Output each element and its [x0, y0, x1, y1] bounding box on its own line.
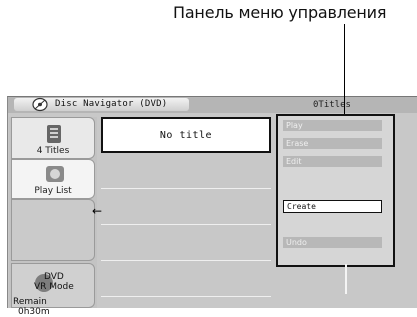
title-row[interactable]	[101, 261, 271, 297]
disc-mode-line1: DVD	[43, 272, 64, 282]
menu-item-play[interactable]: Play	[283, 120, 382, 131]
callout-leader-line	[344, 24, 345, 68]
title-row[interactable]	[101, 153, 271, 189]
disc-mode: DVD VR Mode	[34, 272, 74, 292]
remain-value: 0h30m	[18, 307, 50, 317]
menu-item-erase[interactable]: Erase	[283, 138, 382, 149]
scrollbar[interactable]	[345, 264, 347, 294]
sidebar: 4 Titles Play List DVD VR Mode Remain 0h…	[9, 117, 97, 317]
app-title: Disc Navigator (DVD)	[55, 99, 168, 109]
title-row[interactable]	[101, 225, 271, 261]
disc-icon	[32, 97, 48, 112]
sidebar-item-label: 4 Titles	[36, 146, 70, 156]
remaining-time: Remain 0h30m	[13, 297, 50, 317]
remain-label: Remain	[13, 297, 47, 307]
title-list: No title	[101, 117, 271, 308]
disc-mode-line2: VR Mode	[34, 282, 74, 292]
title-name: No title	[159, 129, 213, 141]
title-bar: Disc Navigator (DVD) 0Titles	[8, 97, 417, 113]
sidebar-empty-slot	[11, 199, 95, 261]
callout-leader-line-lower	[344, 68, 345, 114]
control-menu-panel: Play Erase Edit Create Undo	[276, 114, 395, 267]
title-list-icon	[47, 125, 61, 143]
titles-count: 0Titles	[313, 100, 351, 110]
title-row[interactable]	[101, 189, 271, 225]
menu-item-create[interactable]: Create	[283, 200, 382, 213]
title-row-selected[interactable]: No title	[101, 117, 271, 153]
sidebar-item-titles[interactable]: 4 Titles	[11, 117, 95, 159]
playlist-icon	[46, 166, 64, 182]
sidebar-item-label: Play List	[34, 186, 72, 196]
menu-item-edit[interactable]: Edit	[283, 156, 382, 167]
disc-info-panel: DVD VR Mode Remain 0h30m	[11, 263, 95, 317]
menu-item-undo[interactable]: Undo	[283, 237, 382, 248]
sidebar-item-playlist[interactable]: Play List	[11, 159, 95, 199]
menu-panel-callout-label: Панель меню управления	[173, 3, 387, 22]
title-tab: Disc Navigator (DVD)	[14, 97, 189, 112]
